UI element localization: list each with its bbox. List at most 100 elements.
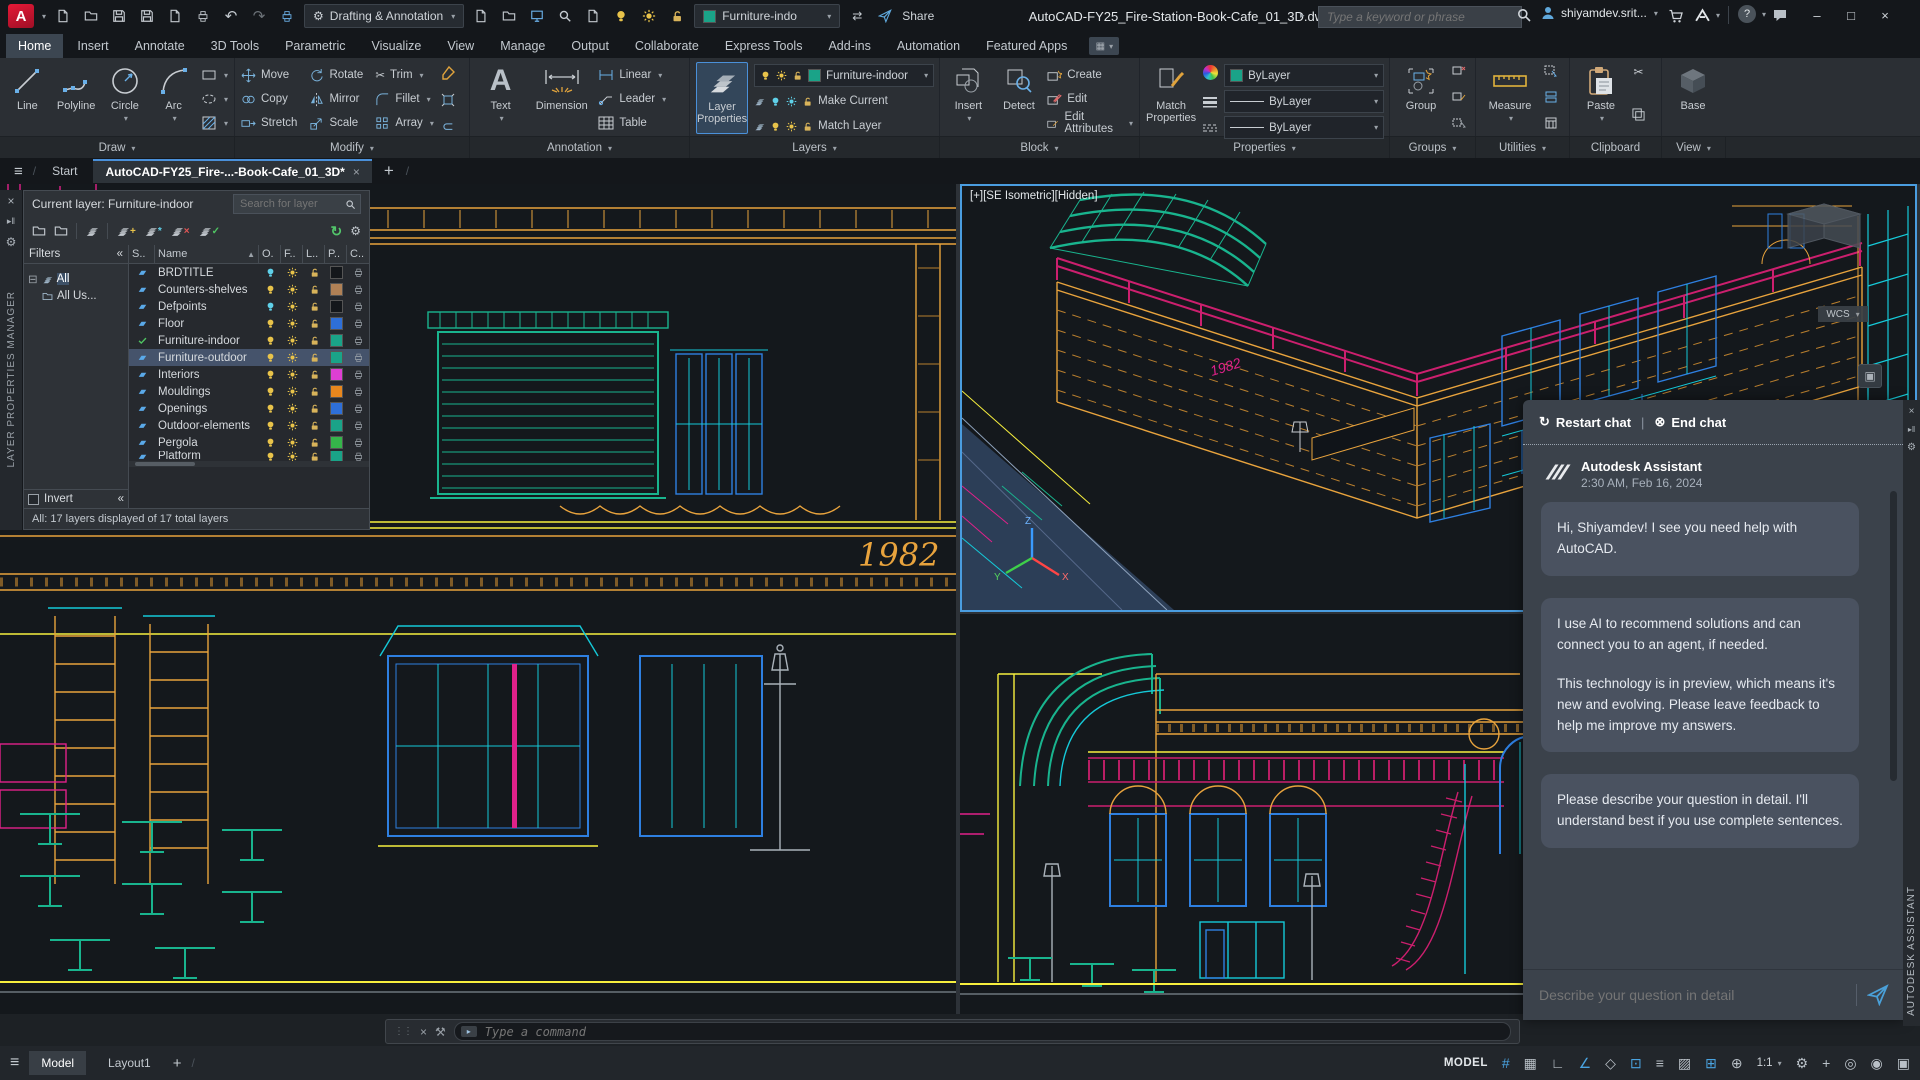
color-dropdown[interactable]: ByLayer ▾	[1224, 64, 1385, 87]
ellipse-button[interactable]: ▾	[201, 88, 228, 110]
linear-button[interactable]: Linear ▾	[598, 64, 683, 86]
layer-row-floor[interactable]: Floor	[129, 315, 369, 332]
tab-add-ins[interactable]: Add-ins	[816, 34, 882, 58]
paste-button[interactable]: Paste ▾	[1576, 62, 1626, 123]
isolate-objects-icon[interactable]: ◎	[1844, 1055, 1856, 1072]
chat-scrollbar[interactable]	[1890, 491, 1897, 781]
lineweight-display-icon[interactable]: ≡	[1656, 1055, 1664, 1071]
maximize-button[interactable]: □	[1834, 2, 1868, 28]
lineweight-dropdown[interactable]: ByLayer ▾	[1224, 90, 1385, 113]
assistant-gear-icon[interactable]: ⚙	[1907, 442, 1916, 453]
lightbulb-icon[interactable]	[610, 5, 632, 27]
new-tab-button[interactable]: +	[376, 161, 402, 181]
rotate-button[interactable]: Rotate	[309, 64, 363, 86]
new-layout-button[interactable]: +	[173, 1055, 182, 1072]
batch-plot-icon[interactable]	[276, 5, 298, 27]
panel-label-draw[interactable]: Draw ▾	[0, 137, 235, 159]
sheet-icon[interactable]	[470, 5, 492, 27]
visor-icon[interactable]	[498, 5, 520, 27]
autocad-logo[interactable]: A	[8, 4, 34, 28]
tab-document[interactable]: AutoCAD-FY25_Fire-...-Book-Cafe_01_3D* ×	[93, 159, 372, 183]
tab-express-tools[interactable]: Express Tools	[713, 34, 815, 58]
panel-label-block[interactable]: Block ▾	[940, 137, 1140, 159]
annotation-monitor-icon[interactable]: +	[1822, 1055, 1830, 1071]
copy-button[interactable]: Copy	[241, 88, 297, 110]
layer-row-counters-shelves[interactable]: Counters-shelves	[129, 281, 369, 298]
model-tab[interactable]: Model	[29, 1051, 87, 1075]
save-as-icon[interactable]	[136, 5, 158, 27]
cut-icon[interactable]: ✂	[1633, 65, 1643, 79]
help-search[interactable]	[1318, 6, 1522, 28]
grid-icon[interactable]: #	[1502, 1055, 1510, 1071]
end-chat-button[interactable]: ⊗ End chat	[1654, 414, 1726, 430]
autodesk-menu[interactable]: ▾	[1694, 7, 1720, 24]
layer-grid-header[interactable]: S.. Name ▲ O. F.. L.. P.. C..	[129, 245, 369, 264]
delete-layer-icon[interactable]: ×	[170, 224, 190, 238]
new-file-icon[interactable]	[52, 5, 74, 27]
layer-properties-button[interactable]: Layer Properties	[696, 62, 749, 134]
share-label[interactable]: Share	[902, 9, 934, 23]
feedback-bubble-icon[interactable]	[1772, 7, 1788, 23]
command-grip-icon[interactable]: ⋮⋮	[394, 1026, 413, 1037]
measure-button[interactable]: Measure ▾	[1482, 62, 1538, 123]
copy-clip-icon[interactable]	[1632, 108, 1645, 121]
snap-mode-icon[interactable]: ▦	[1524, 1055, 1537, 1072]
layer-row-pergola[interactable]: Pergola	[129, 434, 369, 451]
calculator-icon[interactable]	[1544, 117, 1558, 129]
panel-label-properties[interactable]: Properties ▾	[1140, 137, 1390, 159]
sun-icon[interactable]	[638, 5, 660, 27]
arc-button[interactable]: Arc ▾	[152, 62, 195, 123]
assistant-close-icon[interactable]: ×	[1909, 406, 1915, 417]
search-input[interactable]	[1325, 9, 1515, 25]
detect-button[interactable]: Detect	[997, 62, 1042, 112]
clean-screen-icon[interactable]: ▣	[1897, 1055, 1910, 1072]
layer-search-input[interactable]	[238, 197, 345, 211]
chat-input[interactable]	[1537, 986, 1846, 1004]
filter-tree-all[interactable]: ⊟ All	[24, 270, 128, 288]
tab-featured-apps[interactable]: Featured Apps	[974, 34, 1079, 58]
new-layer-icon[interactable]: +	[116, 224, 136, 238]
share-icon[interactable]	[874, 5, 896, 27]
account-menu[interactable]: shiyamdev.srit... ▾	[1540, 5, 1658, 21]
hatch-button[interactable]: ▾	[201, 112, 228, 134]
assistant-autohide-icon[interactable]: ▸‖	[1908, 425, 1915, 434]
table-button[interactable]: Table	[598, 112, 683, 134]
transparency-icon[interactable]: ▨	[1678, 1055, 1691, 1072]
tab-view[interactable]: View	[435, 34, 486, 58]
rectangle-button[interactable]: ▾	[201, 64, 228, 86]
command-line[interactable]: ⋮⋮ × ⚒ ▸	[385, 1019, 1520, 1044]
panel-label-view[interactable]: View ▾	[1662, 137, 1726, 159]
tab-output[interactable]: Output	[559, 34, 621, 58]
print-icon[interactable]	[192, 5, 214, 27]
edit-attributes-button[interactable]: Edit Attributes ▾	[1047, 111, 1133, 135]
base-button[interactable]: Base	[1668, 62, 1718, 112]
color-wheel-icon[interactable]	[1202, 65, 1218, 80]
doc-edit-icon[interactable]	[582, 5, 604, 27]
ribbon-options-button[interactable]: ▦ ▾	[1089, 37, 1120, 55]
edit-block-button[interactable]: Edit	[1047, 88, 1133, 110]
tab-collaborate[interactable]: Collaborate	[623, 34, 711, 58]
close-button[interactable]: ×	[1868, 2, 1902, 28]
graphics-performance-icon[interactable]: ◉	[1871, 1055, 1883, 1072]
model-space-badge[interactable]: MODEL	[1444, 1057, 1488, 1069]
leader-button[interactable]: Leader ▾	[598, 88, 683, 110]
scale-button[interactable]: Scale	[309, 112, 363, 134]
restart-chat-button[interactable]: ↻ Restart chat	[1539, 414, 1631, 430]
lineweight-icon[interactable]	[1202, 96, 1218, 108]
collapse-icon[interactable]: «	[118, 493, 124, 505]
match-properties-button[interactable]: Match Properties	[1146, 62, 1196, 124]
tab-automation[interactable]: Automation	[885, 34, 972, 58]
line-button[interactable]: Line	[6, 62, 49, 112]
object-snap-icon[interactable]: ⊡	[1630, 1055, 1642, 1072]
workspace-switcher[interactable]: ⚙ Drafting & Annotation ▾	[304, 4, 465, 28]
group-edit-icon[interactable]	[1452, 91, 1466, 103]
match-layer-button[interactable]: Match Layer	[754, 115, 934, 137]
customize-icon[interactable]: ⚒	[435, 1025, 446, 1039]
panel-label-annotation[interactable]: Annotation ▾	[470, 137, 690, 159]
group-select-icon[interactable]	[1452, 117, 1466, 129]
fillet-button[interactable]: Fillet ▾	[375, 88, 434, 110]
layout1-tab[interactable]: Layout1	[96, 1051, 163, 1075]
text-button[interactable]: A Text ▾	[476, 62, 525, 123]
explode-icon[interactable]	[440, 92, 456, 108]
annotation-scale-button[interactable]: 1:1 ▾	[1757, 1057, 1782, 1069]
